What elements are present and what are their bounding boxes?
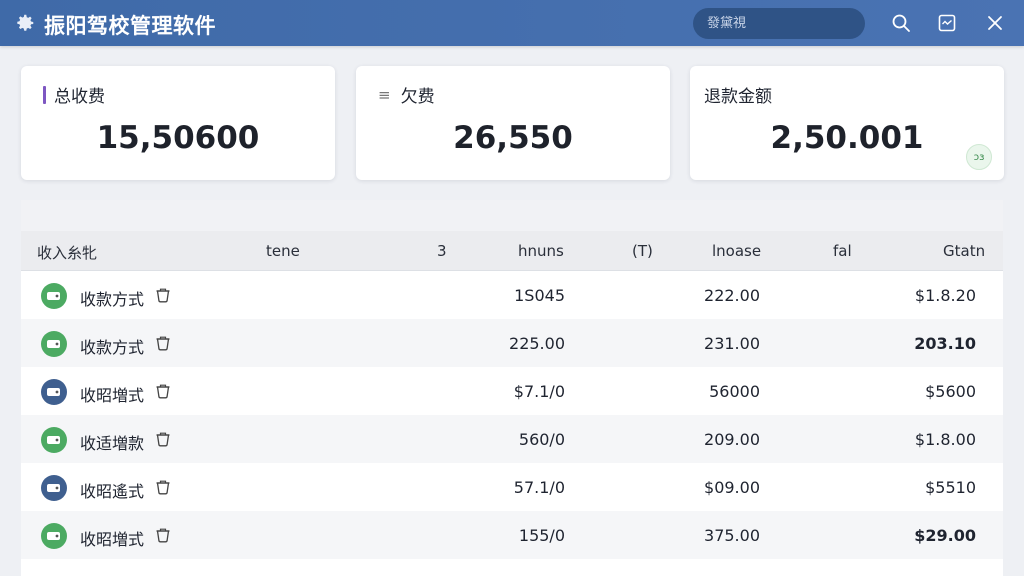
stat-value: 2,50.001 <box>770 120 924 156</box>
amount-cell: 155/0 <box>518 526 565 545</box>
table-header: 收入糸牝 tene 3 hnuns (T) lnoase fal Gtatn <box>21 231 1003 271</box>
column-header[interactable]: Gtatn <box>943 242 985 260</box>
amount-cell: $09.00 <box>704 478 760 497</box>
total-cell: 203.10 <box>914 334 976 353</box>
search-input[interactable] <box>693 8 865 39</box>
amount-cell: $7.1/0 <box>513 382 565 401</box>
trend-badge[interactable]: ɔɜ <box>966 144 992 170</box>
income-table: 收入糸牝 tene 3 hnuns (T) lnoase fal Gtatn 收… <box>21 200 1003 576</box>
amount-cell: 560/0 <box>518 430 565 449</box>
amount-cell: 57.1/0 <box>513 478 565 497</box>
title-bar: 振阳驾校管理软件 <box>0 0 1024 46</box>
table-toolbar <box>21 200 1003 231</box>
table-row[interactable]: 收款方式 1S045 222.00 $1.8.20 <box>21 271 1003 319</box>
column-header[interactable]: hnuns <box>518 242 564 260</box>
cup-icon[interactable] <box>154 382 172 400</box>
list-icon: ≡ <box>378 85 391 104</box>
app-title: 振阳驾校管理软件 <box>44 14 216 38</box>
total-cell: $29.00 <box>914 526 976 545</box>
amount-cell: 231.00 <box>704 334 760 353</box>
column-header[interactable]: 3 <box>437 242 447 260</box>
amount-cell: 225.00 <box>509 334 565 353</box>
column-header[interactable]: 收入糸牝 <box>37 242 97 263</box>
stat-card-total-fee: 总收费 15,50600 <box>21 66 335 180</box>
table-row[interactable]: 收昭増式 $7.1/0 56000 $5600 <box>21 367 1003 415</box>
column-header[interactable]: (T) <box>632 242 653 260</box>
payment-method-label: 收适増款 <box>80 434 145 453</box>
total-cell: $5510 <box>925 478 976 497</box>
cup-icon[interactable] <box>154 334 172 352</box>
wallet-icon <box>41 283 67 309</box>
wallet-icon <box>41 523 67 549</box>
wallet-icon <box>41 331 67 357</box>
wallet-icon <box>41 475 67 501</box>
wallet-icon <box>41 427 67 453</box>
stat-card-arrears: ≡ 欠费 26,550 <box>356 66 670 180</box>
stat-value: 15,50600 <box>96 120 260 156</box>
payment-method-label: 收款方式 <box>80 290 145 309</box>
accent-bar <box>43 85 46 104</box>
total-cell: $1.8.20 <box>914 286 976 305</box>
column-header[interactable]: tene <box>266 242 300 260</box>
table-row[interactable]: 收昭増式 155/0 375.00 $29.00 <box>21 511 1003 559</box>
wallet-icon <box>41 379 67 405</box>
stat-label: 退款金额 <box>704 87 772 107</box>
payment-method-label: 收款方式 <box>80 338 145 357</box>
table-row[interactable]: 收昭遙式 57.1/0 $09.00 $5510 <box>21 463 1003 511</box>
stat-card-refund: 退款金额 2,50.001 ɔɜ <box>690 66 1004 180</box>
cup-icon[interactable] <box>154 478 172 496</box>
stat-label: 总收费 <box>54 87 105 107</box>
table-row[interactable]: 收款方式 225.00 231.00 203.10 <box>21 319 1003 367</box>
total-cell: $5600 <box>925 382 976 401</box>
close-icon[interactable] <box>983 11 1007 35</box>
cup-icon[interactable] <box>154 286 172 304</box>
chart-window-icon[interactable] <box>935 11 959 35</box>
cup-icon[interactable] <box>154 526 172 544</box>
gear-logo-icon <box>14 12 36 34</box>
stat-value: 26,550 <box>453 120 573 156</box>
payment-method-label: 收昭遙式 <box>80 482 145 501</box>
amount-cell: 222.00 <box>704 286 760 305</box>
table-row[interactable]: 收适増款 560/0 209.00 $1.8.00 <box>21 415 1003 463</box>
column-header[interactable]: lnoase <box>712 242 761 260</box>
payment-method-label: 收昭増式 <box>80 530 145 549</box>
total-cell: $1.8.00 <box>914 430 976 449</box>
amount-cell: 56000 <box>709 382 760 401</box>
search-icon[interactable] <box>889 11 913 35</box>
amount-cell: 1S045 <box>514 286 565 305</box>
payment-method-label: 收昭増式 <box>80 386 145 405</box>
amount-cell: 209.00 <box>704 430 760 449</box>
stat-label: 欠费 <box>400 87 435 107</box>
cup-icon[interactable] <box>154 430 172 448</box>
amount-cell: 375.00 <box>704 526 760 545</box>
column-header[interactable]: fal <box>833 242 852 260</box>
